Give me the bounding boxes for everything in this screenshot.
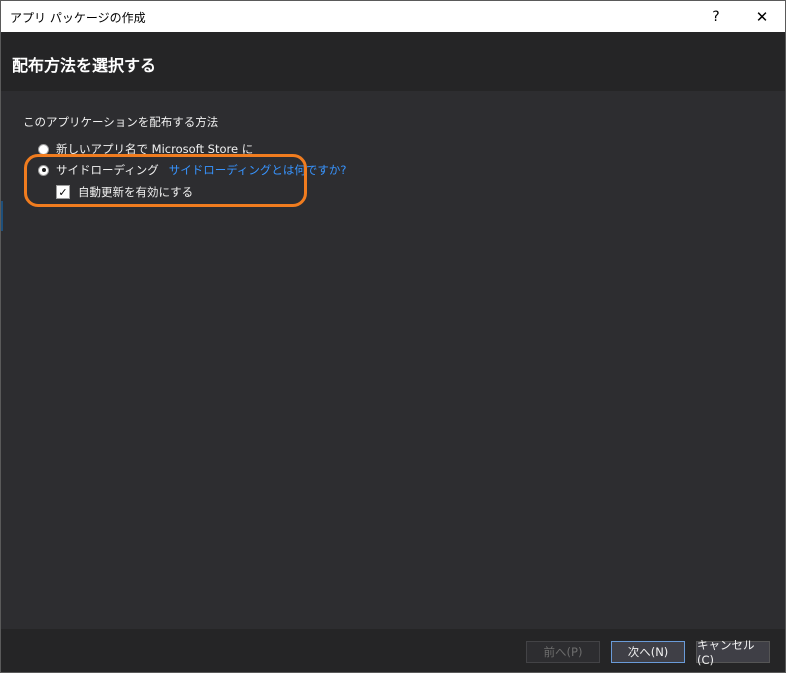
cancel-button[interactable]: キャンセル(C) [696,638,770,667]
page-title: 配布方法を選択する [12,56,157,75]
radio-button-store[interactable] [38,143,49,155]
next-button[interactable]: 次へ(N) [611,641,685,663]
create-app-package-dialog: アプリ パッケージの作成 ? ✕ 配布方法を選択する このアプリケーションを配布… [0,0,786,673]
orange-highlight-annotation [24,154,307,207]
close-icon: ✕ [755,7,769,26]
close-button[interactable]: ✕ [739,1,785,32]
window-title: アプリ パッケージの作成 [10,11,146,25]
page-header: 配布方法を選択する [1,32,785,91]
main-content: このアプリケーションを配布する方法 新しいアプリ名で Microsoft Sto… [1,91,785,629]
left-edge-accent [1,201,3,231]
dialog-footer: 前へ(P) 次へ(N) キャンセル(C) [1,629,785,672]
previous-button[interactable]: 前へ(P) [526,641,600,663]
help-button[interactable]: ? [693,1,739,32]
distribution-prompt: このアプリケーションを配布する方法 [23,115,219,129]
title-bar: アプリ パッケージの作成 ? ✕ [1,1,785,32]
